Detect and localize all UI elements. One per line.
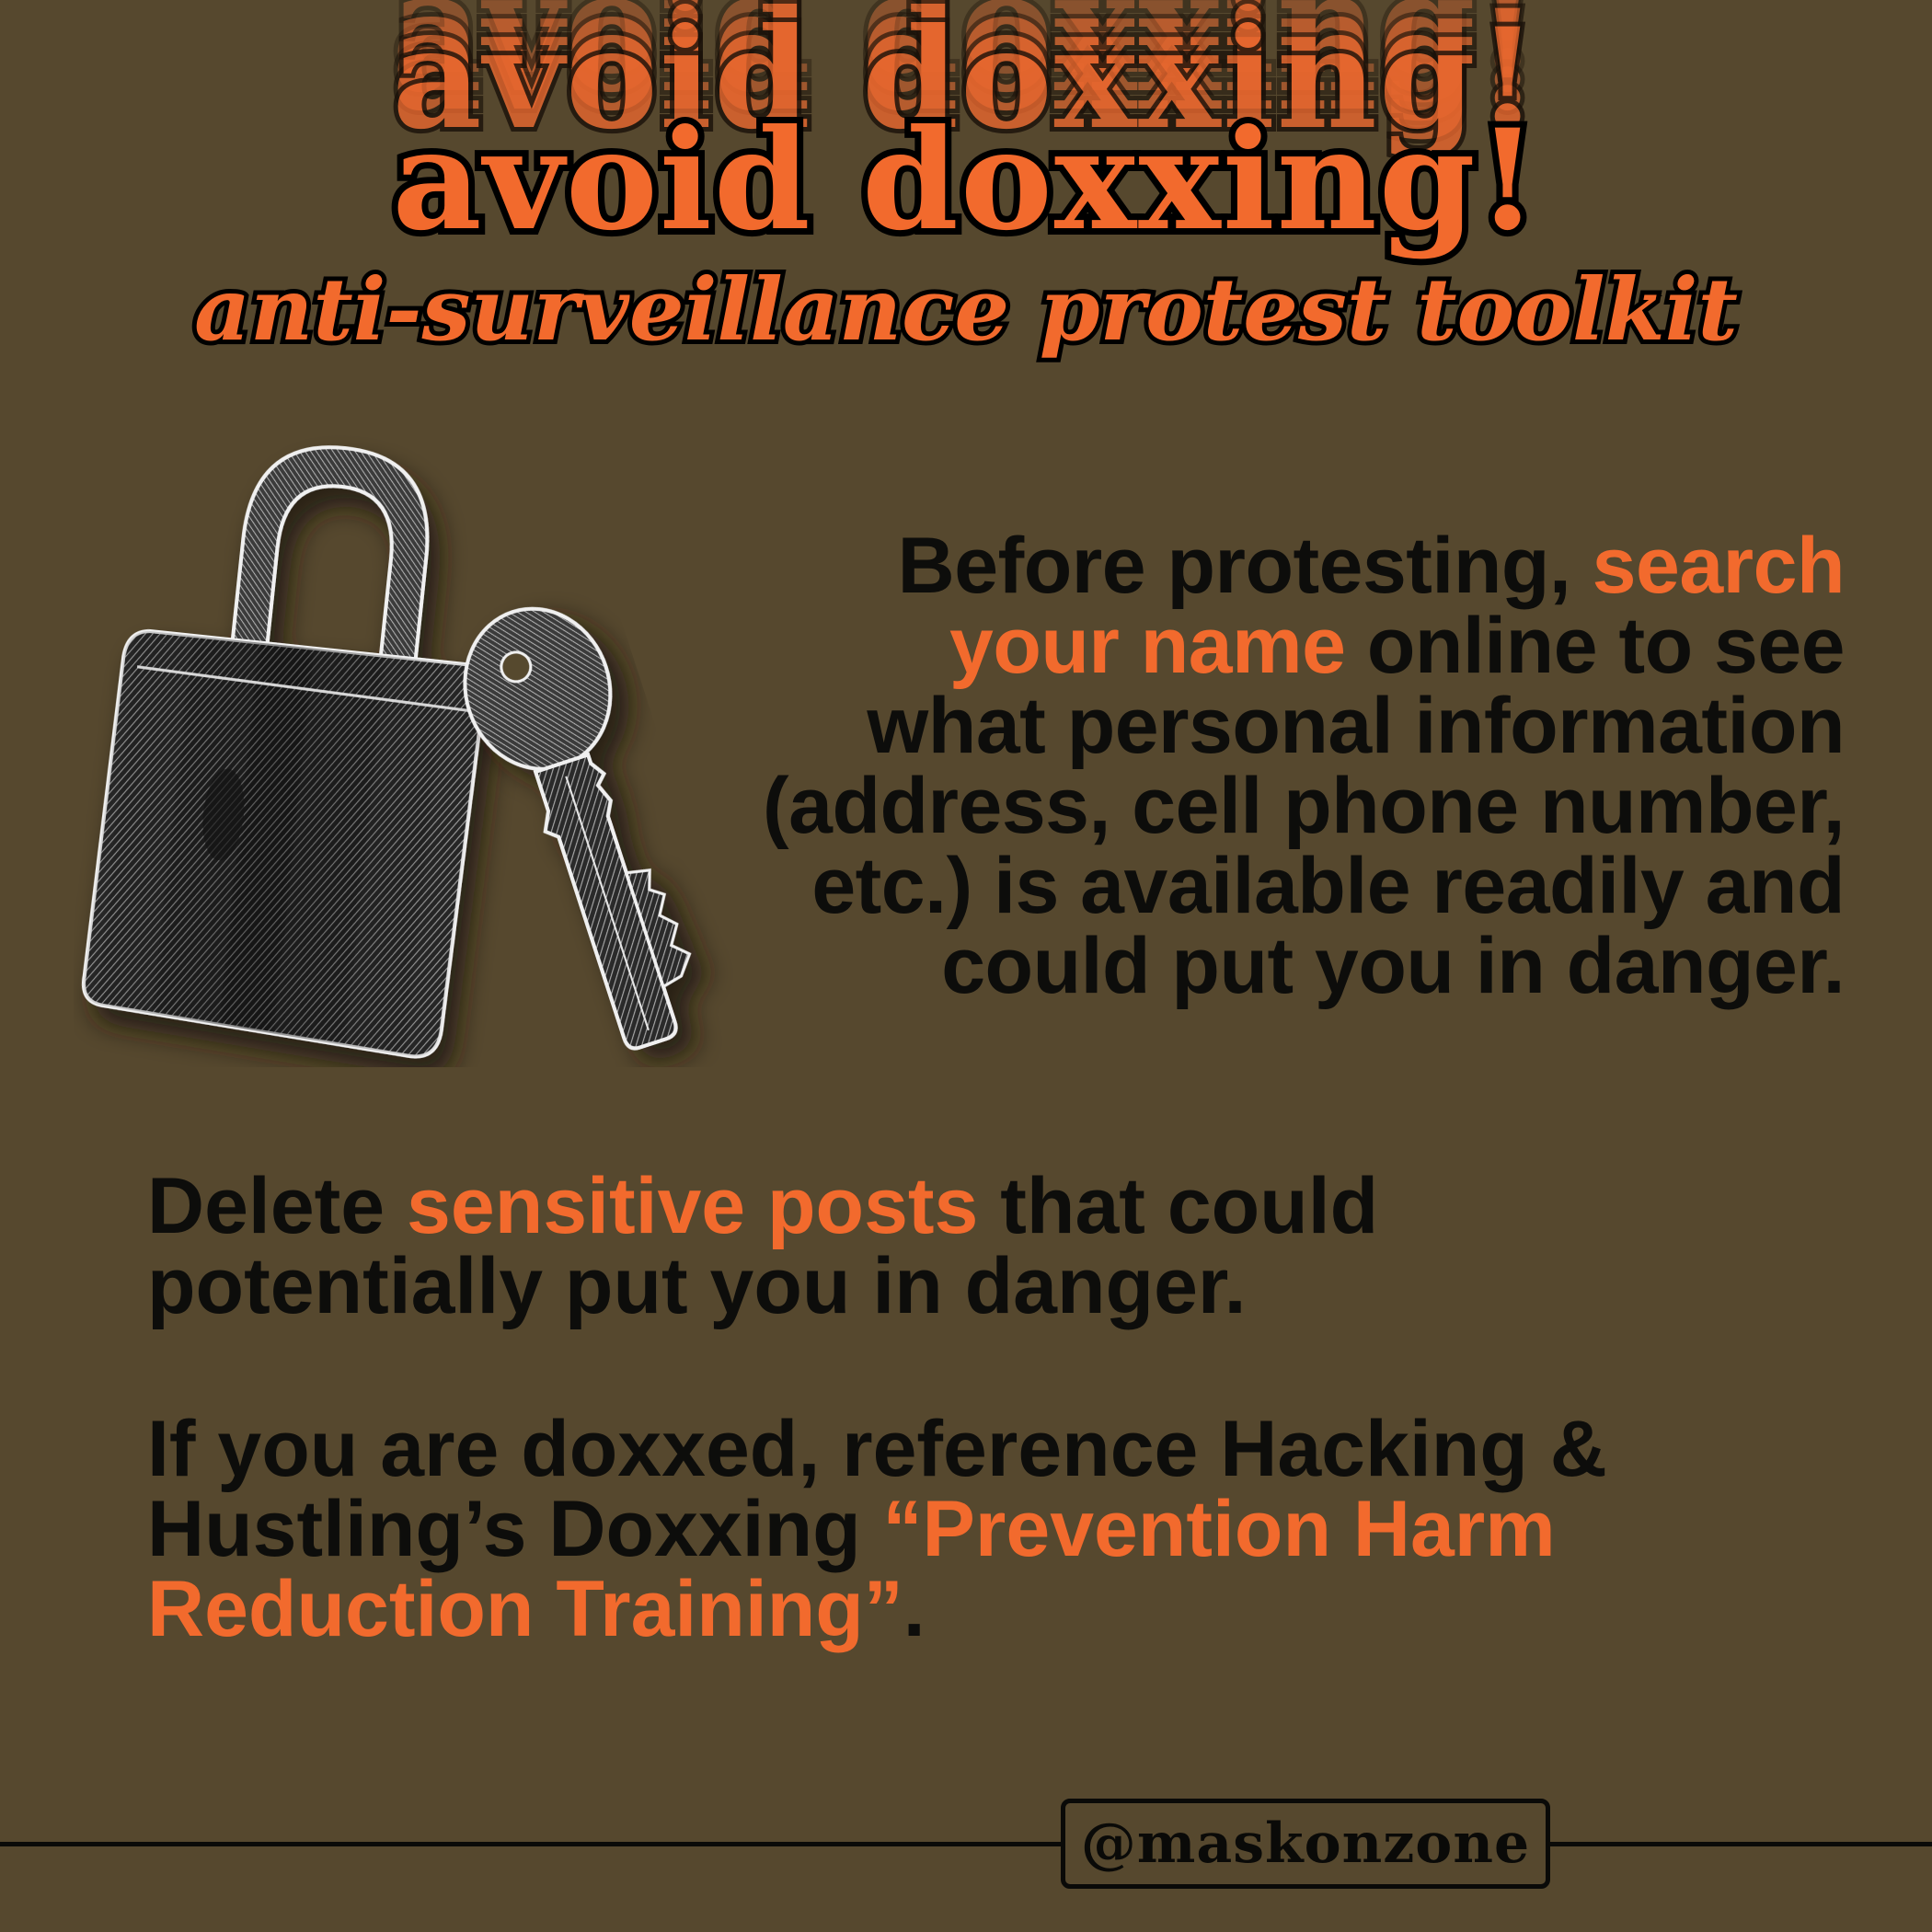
doxxed-resource-tip: If you are doxxed, reference Hacking & H…: [147, 1409, 1785, 1650]
key-icon: [463, 606, 692, 1051]
padlock-icon: [81, 445, 488, 1059]
tip-text: Before protesting,: [897, 522, 1593, 610]
tip-text: .: [903, 1565, 926, 1653]
footer-divider: [0, 1842, 1932, 1846]
social-handle-badge: @maskonzone: [1061, 1799, 1550, 1889]
tip-text: Delete: [147, 1162, 408, 1250]
poster-subtitle: anti-surveillance protest toolkit: [190, 255, 1742, 365]
social-handle: @maskonzone: [1080, 1811, 1531, 1876]
delete-posts-tip: Delete sensitive posts that could potent…: [147, 1167, 1527, 1327]
search-name-tip: Before protesting, search your name onli…: [759, 526, 1845, 1006]
poster-title: avoid doxxing!: [385, 93, 1544, 268]
tip-highlight: sensitive posts: [407, 1162, 979, 1250]
poster: avoid doxxing! avoid doxxing! avoid doxx…: [0, 0, 1932, 1932]
lock-and-key-illustration: [74, 405, 828, 1067]
